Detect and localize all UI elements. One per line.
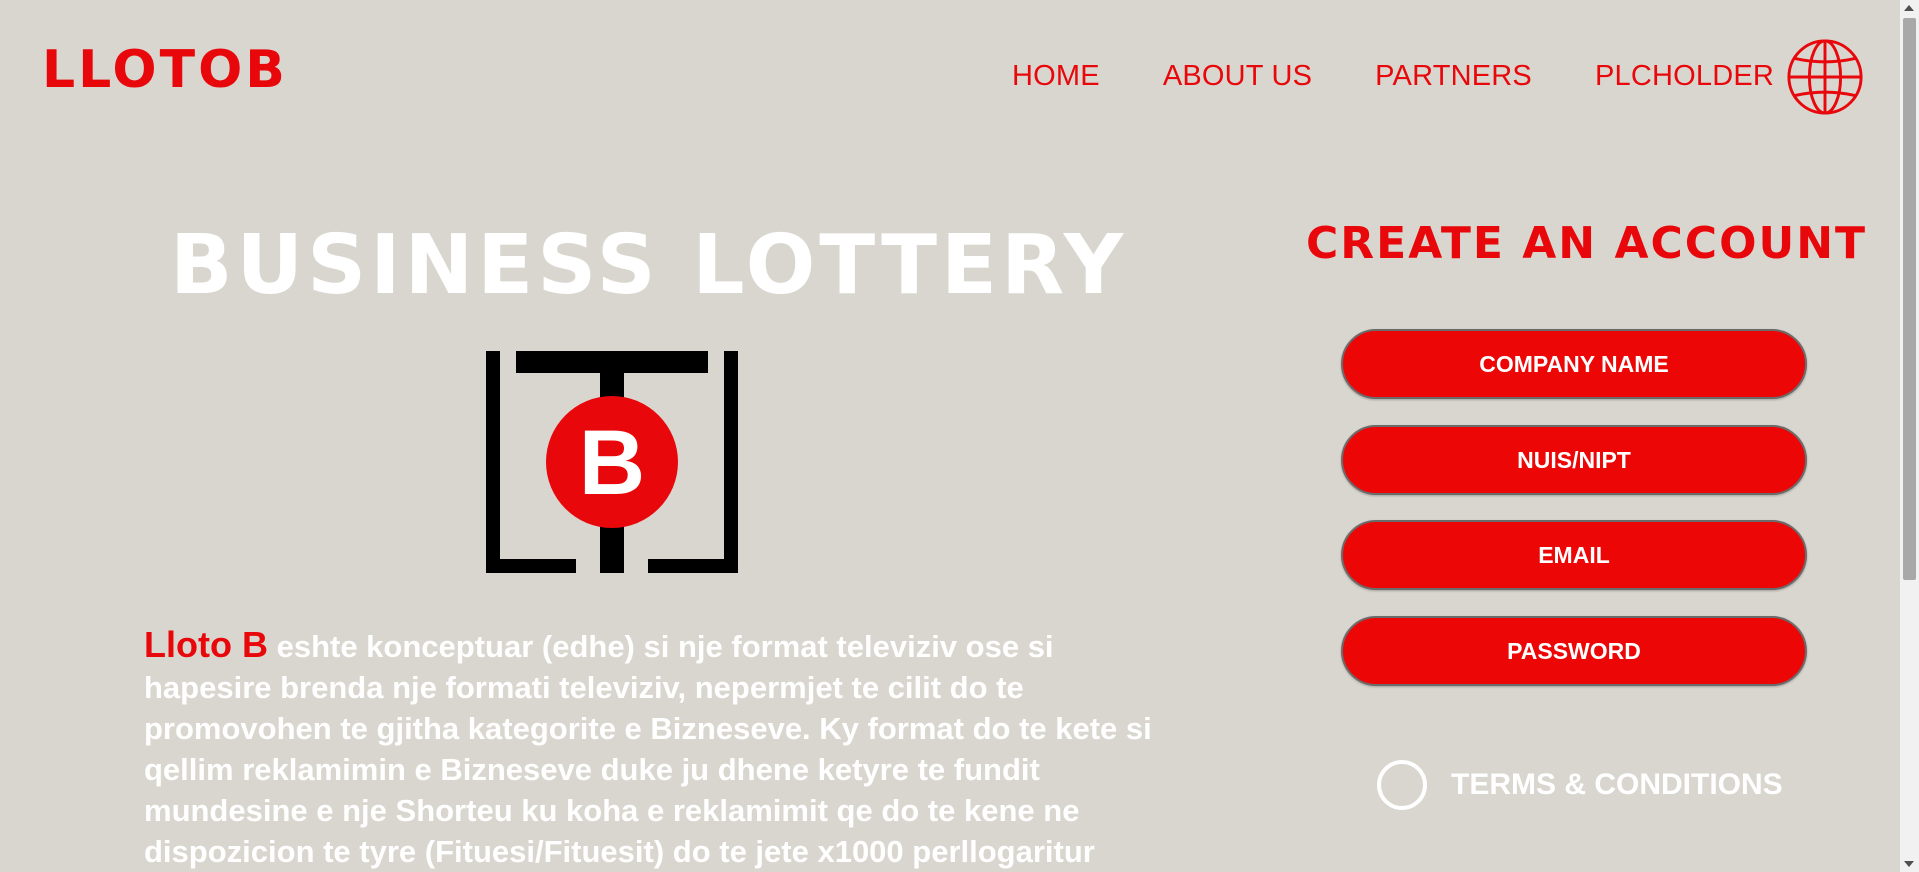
main-nav: HOME ABOUT US PARTNERS PLCHOLDER — [1012, 60, 1774, 93]
globe-icon[interactable] — [1786, 38, 1864, 116]
hero-description: Lloto B eshte konceptuar (edhe) si nje f… — [144, 624, 1174, 872]
nav-partners[interactable]: PARTNERS — [1375, 60, 1532, 93]
logo-letter: B — [579, 412, 645, 514]
site-logo[interactable]: LLOTOB — [42, 40, 288, 100]
lloto-b-logo: B — [486, 351, 738, 573]
description-text: eshte konceptuar (edhe) si nje format te… — [144, 629, 1152, 869]
nuis-nipt-input[interactable] — [1341, 425, 1807, 495]
brand-name: Lloto B — [144, 624, 268, 665]
password-input[interactable] — [1341, 616, 1807, 686]
hero-title: BUSINESS LOTTERY — [170, 218, 1128, 313]
company-name-input[interactable] — [1341, 329, 1807, 399]
page: LLOTOB HOME ABOUT US PARTNERS PLCHOLDER … — [0, 0, 1900, 872]
scroll-up-arrow[interactable] — [1904, 5, 1914, 11]
form-title: CREATE AN ACCOUNT — [1306, 218, 1868, 269]
terms-label[interactable]: TERMS & CONDITIONS — [1451, 768, 1783, 802]
scroll-down-arrow[interactable] — [1904, 861, 1914, 867]
scrollbar[interactable] — [1900, 0, 1919, 872]
terms-radio[interactable] — [1377, 760, 1427, 810]
nav-home[interactable]: HOME — [1012, 60, 1100, 93]
terms-row: TERMS & CONDITIONS — [1377, 760, 1783, 810]
nav-placeholder[interactable]: PLCHOLDER — [1595, 60, 1774, 93]
nav-about-us[interactable]: ABOUT US — [1163, 60, 1312, 93]
scroll-thumb[interactable] — [1903, 18, 1916, 580]
email-input[interactable] — [1341, 520, 1807, 590]
